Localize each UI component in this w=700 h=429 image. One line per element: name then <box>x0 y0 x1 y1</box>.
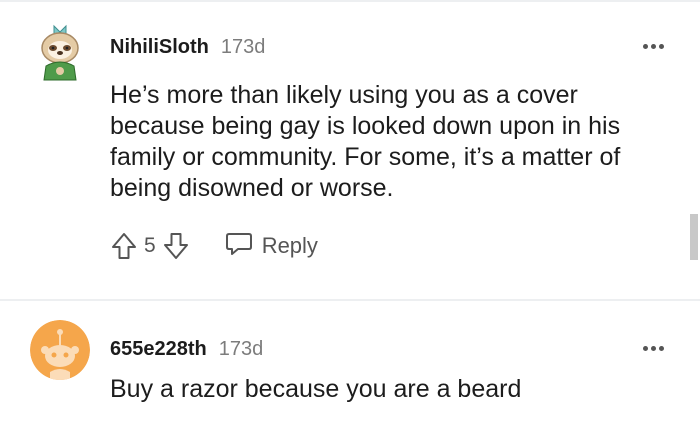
more-options-icon[interactable] <box>643 346 664 351</box>
comment-author[interactable]: NihiliSloth <box>110 36 209 59</box>
chat-bubble-icon <box>224 230 254 263</box>
comment-actions: 5 Reply <box>110 228 318 264</box>
comment-body: Buy a razor because you are a beard <box>110 375 522 403</box>
sloth-avatar-icon[interactable] <box>34 22 86 82</box>
reply-button[interactable]: Reply <box>224 230 318 263</box>
top-divider <box>0 0 700 2</box>
more-options-icon[interactable] <box>643 44 664 49</box>
upvote-icon[interactable] <box>110 231 138 261</box>
comment-author[interactable]: 655e228th <box>110 338 207 361</box>
comment-body: He’s more than likely using you as a cov… <box>110 81 621 202</box>
downvote-icon[interactable] <box>162 231 190 261</box>
vote-score: 5 <box>144 234 156 257</box>
comment-age[interactable]: 173d <box>221 36 266 59</box>
comment-age[interactable]: 173d <box>219 338 264 361</box>
reply-label: Reply <box>261 233 318 258</box>
scrollbar-thumb[interactable] <box>690 214 698 260</box>
comment-divider <box>0 299 700 301</box>
snoo-avatar-icon[interactable] <box>30 320 90 380</box>
